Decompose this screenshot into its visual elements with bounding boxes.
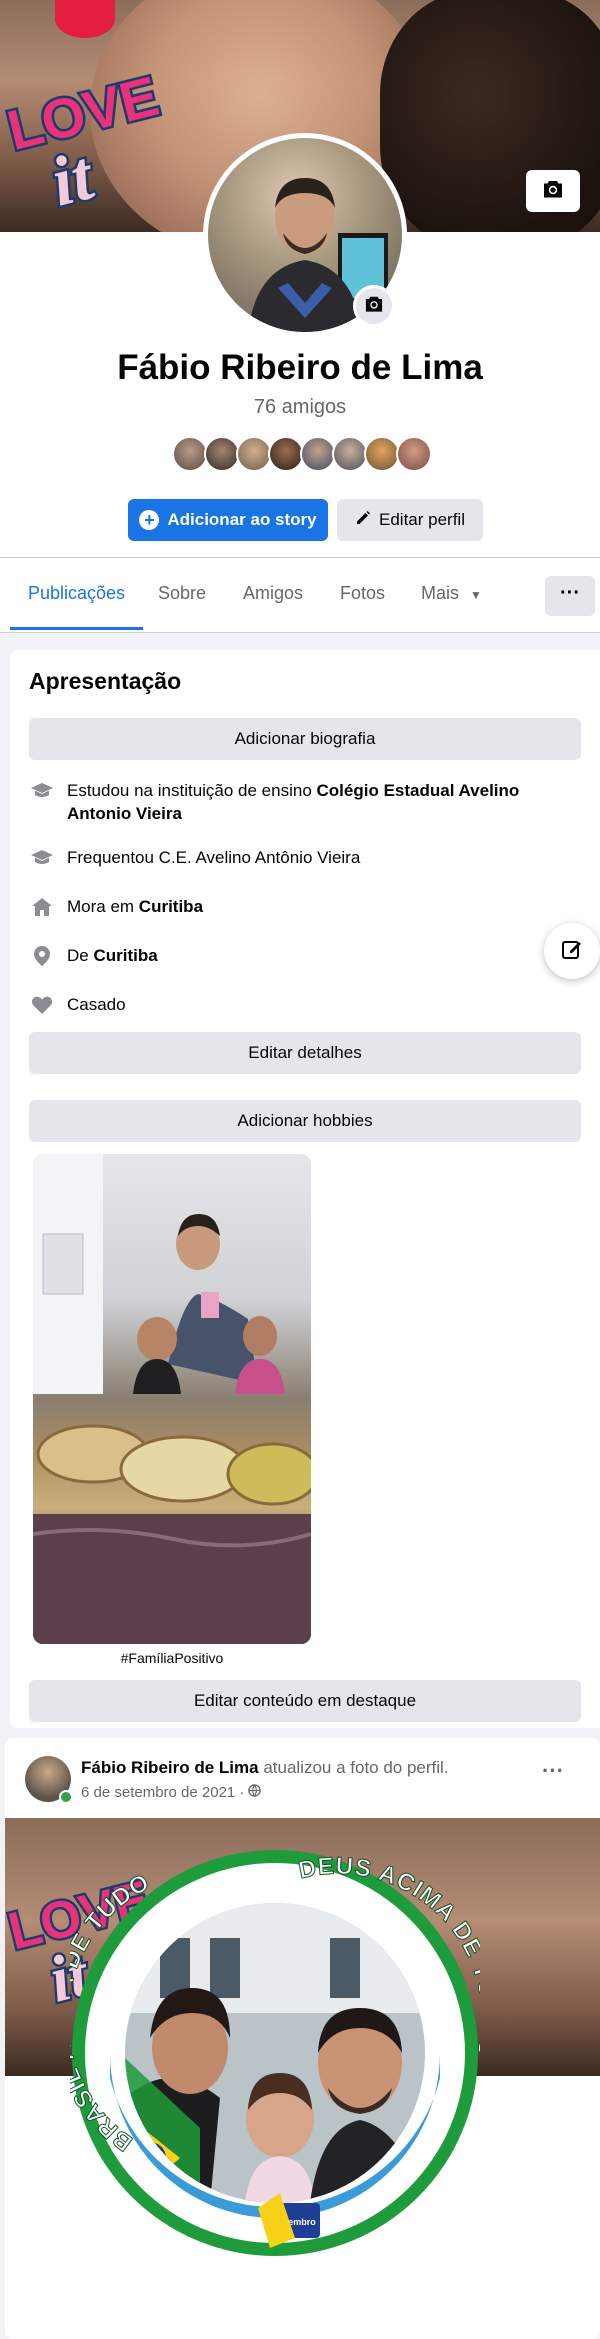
profile-tabs: Publicações Sobre Amigos Fotos Mais ▼ ··… xyxy=(0,557,600,633)
svg-text:it: it xyxy=(44,137,103,222)
friend-avatar[interactable] xyxy=(332,436,368,472)
home-icon xyxy=(29,895,55,919)
info-lives-in-city[interactable]: Curitiba xyxy=(139,897,203,916)
edit-featured-button[interactable]: Editar conteúdo em destaque xyxy=(29,1680,581,1722)
featured-photo[interactable] xyxy=(33,1154,311,1644)
tab-publicacoes[interactable]: Publicações xyxy=(10,558,144,630)
friend-avatar[interactable] xyxy=(364,436,400,472)
friend-avatar[interactable] xyxy=(268,436,304,472)
add-to-story-button[interactable]: + Adicionar ao story xyxy=(128,499,328,541)
compose-post-button[interactable] xyxy=(544,923,600,979)
info-education: Estudou na instituição de ensino Colégio… xyxy=(29,779,549,825)
post-date-text: 6 de setembro de 2021 · xyxy=(81,1784,245,1801)
friend-avatar[interactable] xyxy=(300,436,336,472)
edit-profile-label: Editar perfil xyxy=(379,510,465,529)
heart-icon xyxy=(29,993,55,1017)
friend-avatar[interactable] xyxy=(204,436,240,472)
post-options-button[interactable]: ··· xyxy=(542,1758,564,1784)
friend-avatar[interactable] xyxy=(236,436,272,472)
graduation-cap-icon xyxy=(29,779,55,803)
info-lives-in: Mora em Curitiba xyxy=(29,895,549,919)
friends-count[interactable]: 76 amigos xyxy=(0,396,600,419)
heart-decoration xyxy=(55,0,115,38)
location-pin-icon xyxy=(29,944,55,968)
pencil-icon xyxy=(355,510,371,531)
info-attended: Frequentou C.E. Avelino Antônio Vieira xyxy=(29,846,549,870)
profile-frame: Setembro BRASIL ACIMA DE TUDO DEUS ACIMA… xyxy=(70,1850,480,2256)
camera-icon xyxy=(364,295,384,318)
love-it-sticker: LOVE it xyxy=(4,61,164,224)
post-action: atualizou a foto do perfil. xyxy=(258,1758,449,1777)
caret-down-icon: ▼ xyxy=(470,588,482,602)
friend-avatars[interactable] xyxy=(172,436,432,472)
tab-mais-label: Mais xyxy=(421,583,460,603)
friend-avatar[interactable] xyxy=(396,436,432,472)
svg-text:LOVE: LOVE xyxy=(4,64,164,162)
info-from-prefix: De xyxy=(67,946,94,965)
post-card: Fábio Ribeiro de Lima atualizou a foto d… xyxy=(5,1738,600,2339)
globe-icon xyxy=(248,1784,262,1801)
friend-avatar[interactable] xyxy=(172,436,208,472)
info-relationship-text: Casado xyxy=(67,995,126,1014)
edit-cover-photo-button[interactable] xyxy=(526,170,580,212)
profile-name: Fábio Ribeiro de Lima xyxy=(117,348,483,387)
tab-sobre[interactable]: Sobre xyxy=(158,558,206,630)
tab-fotos[interactable]: Fotos xyxy=(340,558,385,630)
add-hobbies-button[interactable]: Adicionar hobbies xyxy=(29,1100,581,1142)
post-image[interactable]: LOVE it Setembro BRAS TUDO DEUS ACIMA D xyxy=(5,1818,600,2339)
edit-profile-picture-button[interactable] xyxy=(353,285,395,327)
camera-icon xyxy=(542,179,564,204)
featured-caption: #FamíliaPositivo xyxy=(120,1650,224,1666)
add-bio-button[interactable]: Adicionar biografia xyxy=(29,718,581,760)
post-date[interactable]: 6 de setembro de 2021 · xyxy=(81,1784,262,1801)
online-status-dot xyxy=(59,1790,73,1804)
info-from: De Curitiba xyxy=(29,944,549,968)
intro-card: Apresentação Adicionar biografia Estudou… xyxy=(10,650,600,1728)
graduation-cap-icon xyxy=(29,846,55,870)
intro-title: Apresentação xyxy=(29,668,182,694)
tab-amigos[interactable]: Amigos xyxy=(243,558,303,630)
info-relationship: Casado xyxy=(29,993,549,1017)
tab-mais[interactable]: Mais ▼ xyxy=(421,558,482,630)
edit-details-button[interactable]: Editar detalhes xyxy=(29,1032,581,1074)
add-to-story-label: Adicionar ao story xyxy=(167,510,317,529)
info-from-city[interactable]: Curitiba xyxy=(93,946,157,965)
more-options-button[interactable]: ··· xyxy=(545,576,595,616)
post-author-name[interactable]: Fábio Ribeiro de Lima xyxy=(81,1758,259,1777)
compose-icon xyxy=(560,937,584,966)
edit-profile-button[interactable]: Editar perfil xyxy=(337,499,483,541)
plus-circle-icon: + xyxy=(139,510,160,530)
info-lives-in-prefix: Mora em xyxy=(67,897,139,916)
info-education-prefix: Estudou na instituição de ensino xyxy=(67,781,317,800)
post-header: Fábio Ribeiro de Lima atualizou a foto d… xyxy=(81,1758,449,1778)
info-attended-text: Frequentou C.E. Avelino Antônio Vieira xyxy=(67,848,361,867)
